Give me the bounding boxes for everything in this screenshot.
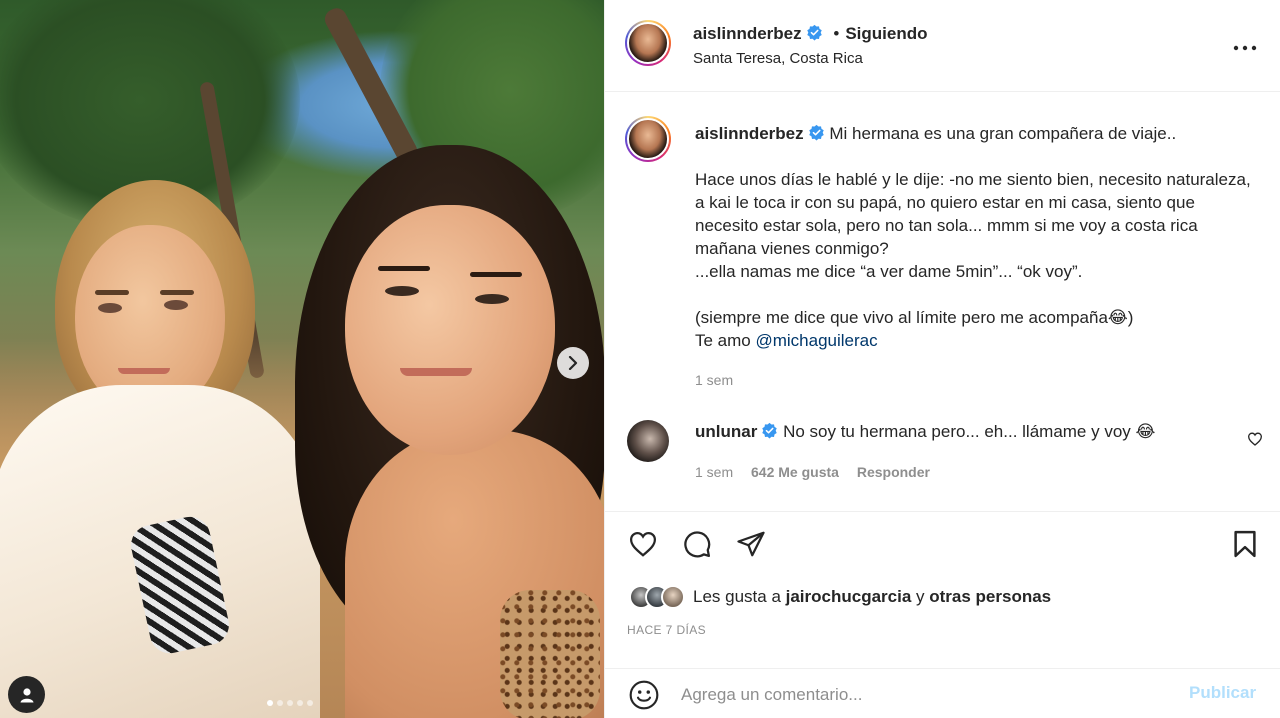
author-username[interactable]: aislinnderbez xyxy=(693,24,802,43)
profile-picture xyxy=(627,118,669,160)
comment-input[interactable] xyxy=(681,681,1161,709)
user-tag-icon xyxy=(20,687,33,702)
author-line: aislinnderbez • Siguiendo xyxy=(693,24,928,44)
comment-like-button[interactable] xyxy=(1245,430,1265,450)
caption-timestamp[interactable]: 1 sem xyxy=(695,372,733,388)
carousel-indicator xyxy=(267,700,313,706)
post-actions-bar xyxy=(605,522,1280,568)
verified-badge-icon xyxy=(808,124,824,141)
caption-text: aislinnderbez Mi hermana es una gran com… xyxy=(695,122,1260,352)
eye xyxy=(98,303,122,313)
caption-paragraph: (siempre me dice que vivo al límite pero… xyxy=(695,308,1134,327)
carousel-dot xyxy=(297,700,303,706)
user-tags-button[interactable] xyxy=(8,676,45,713)
chevron-right-icon xyxy=(568,356,578,370)
comment-likes-count[interactable]: 642 Me gusta xyxy=(751,464,839,480)
mention-link[interactable]: @michaguilerac xyxy=(755,331,877,350)
comment-button[interactable] xyxy=(679,528,715,562)
brow xyxy=(95,290,129,295)
liker-username-link[interactable]: jairochucgarcia xyxy=(786,587,912,606)
save-button[interactable] xyxy=(1227,528,1263,562)
brow xyxy=(378,266,430,271)
publish-button[interactable]: Publicar xyxy=(1189,683,1256,703)
brow xyxy=(470,272,522,277)
comment-timestamp[interactable]: 1 sem xyxy=(695,464,733,480)
other-likers-link[interactable]: otras personas xyxy=(929,587,1051,606)
caption-author-avatar[interactable] xyxy=(625,116,671,162)
post-date[interactable]: HACE 7 DÍAS xyxy=(627,623,706,637)
more-options-button[interactable] xyxy=(1231,34,1259,58)
brow xyxy=(160,290,194,295)
like-button[interactable] xyxy=(625,528,661,562)
mouth xyxy=(400,368,472,376)
liker-avatar[interactable] xyxy=(661,585,685,609)
comment-meta: 1 sem 642 Me gusta Responder xyxy=(695,464,944,480)
carousel-dot xyxy=(287,700,293,706)
emoji-button[interactable] xyxy=(627,679,661,713)
verified-badge-icon xyxy=(762,422,778,439)
separator-dot: • xyxy=(833,24,840,43)
heart-icon xyxy=(1247,432,1263,446)
likes-prefix: Les gusta a xyxy=(693,587,786,606)
post-location[interactable]: Santa Teresa, Costa Rica xyxy=(693,50,863,67)
verified-badge-icon xyxy=(806,24,822,41)
heart-icon xyxy=(629,531,657,557)
comment-text-line: unlunar No soy tu hermana pero... eh... … xyxy=(695,422,1155,442)
commenter-username[interactable]: unlunar xyxy=(695,422,757,441)
share-icon xyxy=(737,531,765,556)
post-header: aislinnderbez • Siguiendo Santa Teresa, C… xyxy=(605,0,1280,92)
eye xyxy=(164,300,188,310)
commenter-avatar[interactable] xyxy=(627,420,669,462)
post-side-panel: aislinnderbez • Siguiendo Santa Teresa, C… xyxy=(604,0,1280,718)
comment-reply-button[interactable]: Responder xyxy=(857,464,930,480)
comments-section: aislinnderbez Mi hermana es una gran com… xyxy=(605,92,1280,512)
likes-summary: Les gusta a jairochucgarcia y otras pers… xyxy=(629,582,1051,612)
caption-love-text: Te amo xyxy=(695,331,756,350)
add-comment-bar: Publicar xyxy=(605,668,1280,718)
carousel-dot xyxy=(267,700,273,706)
likes-text: Les gusta a jairochucgarcia y otras pers… xyxy=(693,587,1051,607)
author-avatar[interactable] xyxy=(625,20,671,66)
post-photo[interactable] xyxy=(0,0,604,718)
caption-username[interactable]: aislinnderbez xyxy=(695,124,804,143)
person-right-face xyxy=(345,205,555,455)
emoji-icon xyxy=(629,680,659,710)
carousel-dot xyxy=(277,700,283,706)
carousel-next-button[interactable] xyxy=(557,347,589,379)
more-options-icon xyxy=(1233,45,1257,50)
comment-body: No soy tu hermana pero... eh... llámame … xyxy=(783,422,1156,441)
bookmark-icon xyxy=(1234,530,1256,557)
eye xyxy=(385,286,419,296)
profile-picture xyxy=(627,22,669,64)
mouth xyxy=(118,368,170,374)
person-right-swimsuit xyxy=(500,590,600,718)
eye xyxy=(475,294,509,304)
share-button[interactable] xyxy=(733,528,769,562)
caption-paragraph: Hace unos días le hablé y le dije: -no m… xyxy=(695,170,1251,281)
caption-first-line: Mi hermana es una gran compañera de viaj… xyxy=(829,124,1177,143)
likes-connector: y xyxy=(911,587,930,606)
follow-status-button[interactable]: Siguiendo xyxy=(845,24,927,43)
carousel-dot xyxy=(307,700,313,706)
comment-icon xyxy=(684,530,711,557)
